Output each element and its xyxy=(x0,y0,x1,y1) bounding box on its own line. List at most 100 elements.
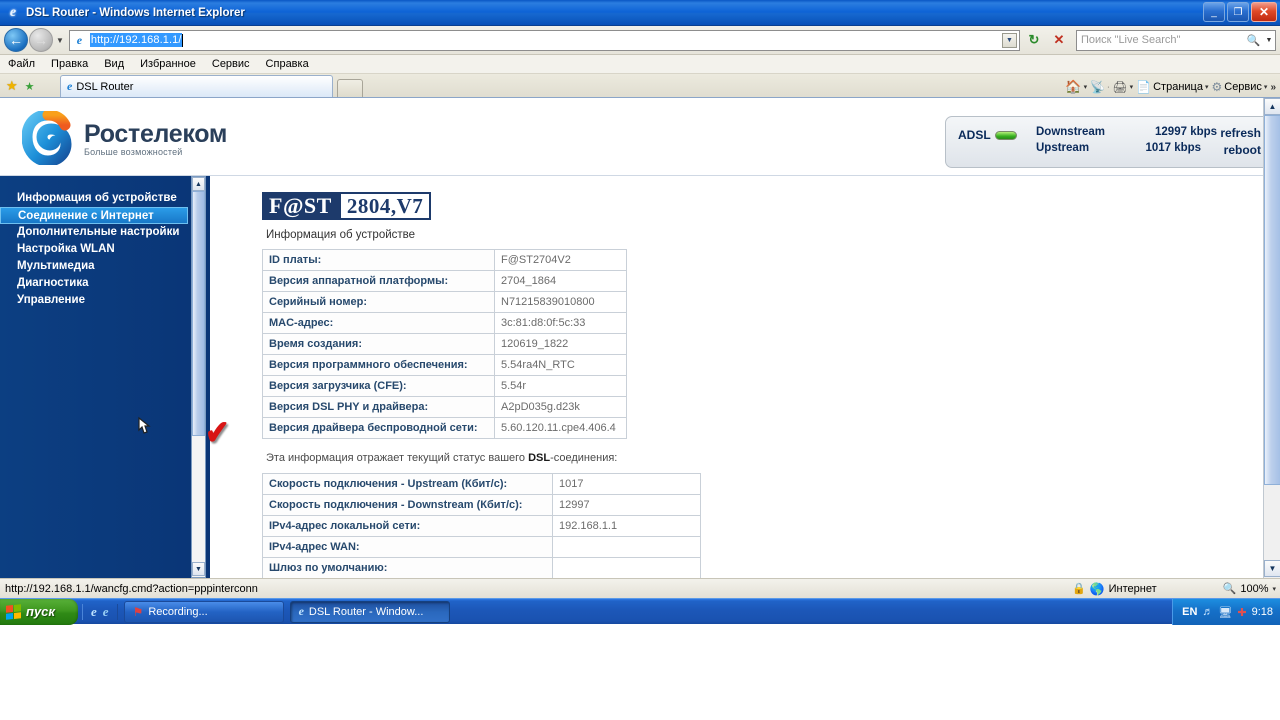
home-button[interactable]: 🏠 ▾ xyxy=(1065,79,1087,95)
page-favicon-icon: e xyxy=(76,32,83,47)
minimize-button[interactable]: _ xyxy=(1203,2,1225,22)
clock[interactable]: 9:18 xyxy=(1252,606,1273,618)
taskbar-task-recording[interactable]: ⚑ Recording... xyxy=(123,600,284,623)
overflow-chevron-icon[interactable]: » xyxy=(1270,82,1276,93)
upstream-label: Upstream xyxy=(1036,142,1090,154)
tools-caret-icon[interactable]: ▾ xyxy=(1264,83,1268,91)
table-row: Серийный номер: N71215839010800 xyxy=(262,291,627,313)
search-provider-dropdown-icon[interactable]: ▼ xyxy=(1263,31,1275,50)
network-icon[interactable]: 🖥 xyxy=(1218,606,1232,619)
ie-quicklaunch-icon[interactable]: e xyxy=(91,604,97,620)
page-icon: 📄 xyxy=(1136,80,1152,94)
dsl-note-suffix: -соединения: xyxy=(550,452,618,464)
product-logo-model: 2804,V7 xyxy=(338,192,432,220)
zoom-control[interactable]: 🔍 100% ▾ xyxy=(1222,582,1276,596)
menu-item-file[interactable]: Файл xyxy=(8,58,35,70)
row-key: Скорость подключения - Upstream (Кбит/с)… xyxy=(262,473,553,495)
rostelecom-mark-icon xyxy=(21,109,76,167)
menu-item-tools[interactable]: Сервис xyxy=(212,58,250,70)
search-placeholder-text: Поиск "Live Search" xyxy=(1081,34,1181,46)
search-input[interactable]: Поиск "Live Search" 🔍 ▼ xyxy=(1076,29,1276,51)
reboot-button[interactable]: reboot xyxy=(1224,143,1261,157)
security-zone[interactable]: 🔒 🌎 Интернет xyxy=(1072,582,1157,596)
row-value: 120619_1822 xyxy=(494,333,627,355)
sidebar-scroll-down-icon[interactable]: ▼ xyxy=(192,562,205,576)
table-row: Скорость подключения - Upstream (Кбит/с)… xyxy=(262,473,701,495)
row-key: IPv4-адрес локальной сети: xyxy=(262,515,553,537)
command-bar: 🏠 ▾ 📡 · 🖨 ▾ 📄 Страница ▾ ⚙ Сервис ▾ » xyxy=(1065,79,1276,95)
rss-icon: 📡 xyxy=(1090,80,1106,94)
update-icon[interactable]: ✚ xyxy=(1237,606,1246,619)
adsl-led-indicator xyxy=(994,131,1017,141)
red-checkmark-annotation: ✔ xyxy=(205,414,230,452)
language-indicator[interactable]: EN xyxy=(1182,606,1197,618)
window-controls: _ ❐ ✕ xyxy=(1203,2,1277,22)
sidebar-item-diagnostics[interactable]: Диагностика xyxy=(0,275,210,292)
sidebar-scroll-thumb[interactable] xyxy=(192,191,205,436)
recent-pages-dropdown-icon[interactable]: ▼ xyxy=(56,36,64,45)
recording-icon: ⚑ xyxy=(132,604,144,619)
sidebar-item-internet-connection[interactable]: Соединение с Интернет xyxy=(0,207,188,224)
menu-item-edit[interactable]: Правка xyxy=(51,58,88,70)
system-tray: EN ♬ 🖥 ✚ 9:18 xyxy=(1172,599,1280,625)
home-caret-icon[interactable]: ▾ xyxy=(1084,83,1088,91)
sidebar-item-wlan-settings[interactable]: Настройка WLAN xyxy=(0,241,210,258)
back-button[interactable]: ← xyxy=(4,28,28,52)
page-scroll-down-icon[interactable]: ▼ xyxy=(1264,560,1280,577)
favorites-star-icon[interactable]: ★ xyxy=(6,78,18,94)
tools-menu-button[interactable]: ⚙ Сервис ▾ xyxy=(1211,80,1267,94)
page-scrollbar[interactable]: ▲ ▼ xyxy=(1263,98,1280,578)
zoom-caret-icon[interactable]: ▾ xyxy=(1272,585,1276,593)
start-button[interactable]: пуск xyxy=(0,598,78,625)
print-caret-icon[interactable]: ▾ xyxy=(1130,83,1134,91)
url-input[interactable]: e http://192.168.1.1/ ▼ xyxy=(68,29,1020,51)
menu-item-favorites[interactable]: Избранное xyxy=(140,58,196,70)
print-button[interactable]: 🖨 ▾ xyxy=(1112,80,1133,94)
refresh-icon[interactable]: ↻ xyxy=(1023,29,1045,51)
menu-bar: Файл Правка Вид Избранное Сервис Справка xyxy=(0,55,1280,74)
window-title: DSL Router - Windows Internet Explorer xyxy=(26,6,245,19)
mouse-cursor xyxy=(134,416,154,440)
sidebar-item-multimedia[interactable]: Мультимедиа xyxy=(0,258,210,275)
menu-item-help[interactable]: Справка xyxy=(266,58,309,70)
add-to-favorites-icon[interactable]: ★ xyxy=(25,80,35,93)
windows-flag-icon xyxy=(6,603,21,620)
close-button[interactable]: ✕ xyxy=(1251,2,1277,22)
stop-icon[interactable]: ✕ xyxy=(1048,29,1070,51)
browser-status-bar: http://192.168.1.1/wancfg.cmd?action=ppp… xyxy=(0,578,1280,598)
table-row: Время создания: 120619_1822 xyxy=(262,333,627,355)
url-dropdown-icon[interactable]: ▼ xyxy=(1002,32,1017,48)
page-scroll-up-icon[interactable]: ▲ xyxy=(1264,98,1280,115)
new-tab-button[interactable] xyxy=(337,79,363,97)
sidebar-scrollbar[interactable]: ▲ ▼ xyxy=(191,176,206,578)
adsl-status: ADSL xyxy=(958,128,1017,142)
tab-dsl-router[interactable]: e DSL Router xyxy=(60,75,333,97)
page-title: Информация об устройстве xyxy=(266,229,416,241)
sidebar-scroll-up-icon[interactable]: ▲ xyxy=(192,177,205,191)
page-caret-icon[interactable]: ▾ xyxy=(1205,83,1209,91)
url-text: http://192.168.1.1/ xyxy=(89,33,182,47)
feeds-button[interactable]: 📡 · xyxy=(1090,80,1109,94)
page-menu-button[interactable]: 📄 Страница ▾ xyxy=(1136,80,1208,94)
menu-item-view[interactable]: Вид xyxy=(104,58,124,70)
page-body: Информация об устройстве Соединение с Ин… xyxy=(0,98,1280,578)
forward-button[interactable]: → xyxy=(29,28,53,52)
page-scroll-thumb[interactable] xyxy=(1264,115,1280,485)
row-value: 2704_1864 xyxy=(494,270,627,292)
sidebar-item-management[interactable]: Управление xyxy=(0,292,210,309)
browser-quicklaunch-icon[interactable]: e xyxy=(103,604,109,620)
search-icon[interactable]: 🔍 xyxy=(1244,31,1263,50)
row-key: MAC-адрес: xyxy=(262,312,495,334)
taskbar-task-dsl-router[interactable]: e DSL Router - Window... xyxy=(289,600,450,623)
printer-icon: 🖨 xyxy=(1112,80,1128,94)
refresh-button[interactable]: refresh xyxy=(1220,126,1261,140)
tab-label: DSL Router xyxy=(76,80,134,93)
table-row: Скорость подключения - Downstream (Кбит/… xyxy=(262,494,701,516)
volume-icon[interactable]: ♬ xyxy=(1202,606,1213,618)
downstream-row: Downstream 12997 kbps xyxy=(1036,126,1217,138)
sidebar-item-device-info[interactable]: Информация об устройстве xyxy=(0,190,210,207)
maximize-button[interactable]: ❐ xyxy=(1227,2,1249,22)
window-title-bar: e DSL Router - Windows Internet Explorer… xyxy=(0,0,1280,26)
sidebar-item-advanced-settings[interactable]: Дополнительные настройки xyxy=(0,224,210,241)
zoom-icon: 🔍 xyxy=(1222,583,1237,595)
